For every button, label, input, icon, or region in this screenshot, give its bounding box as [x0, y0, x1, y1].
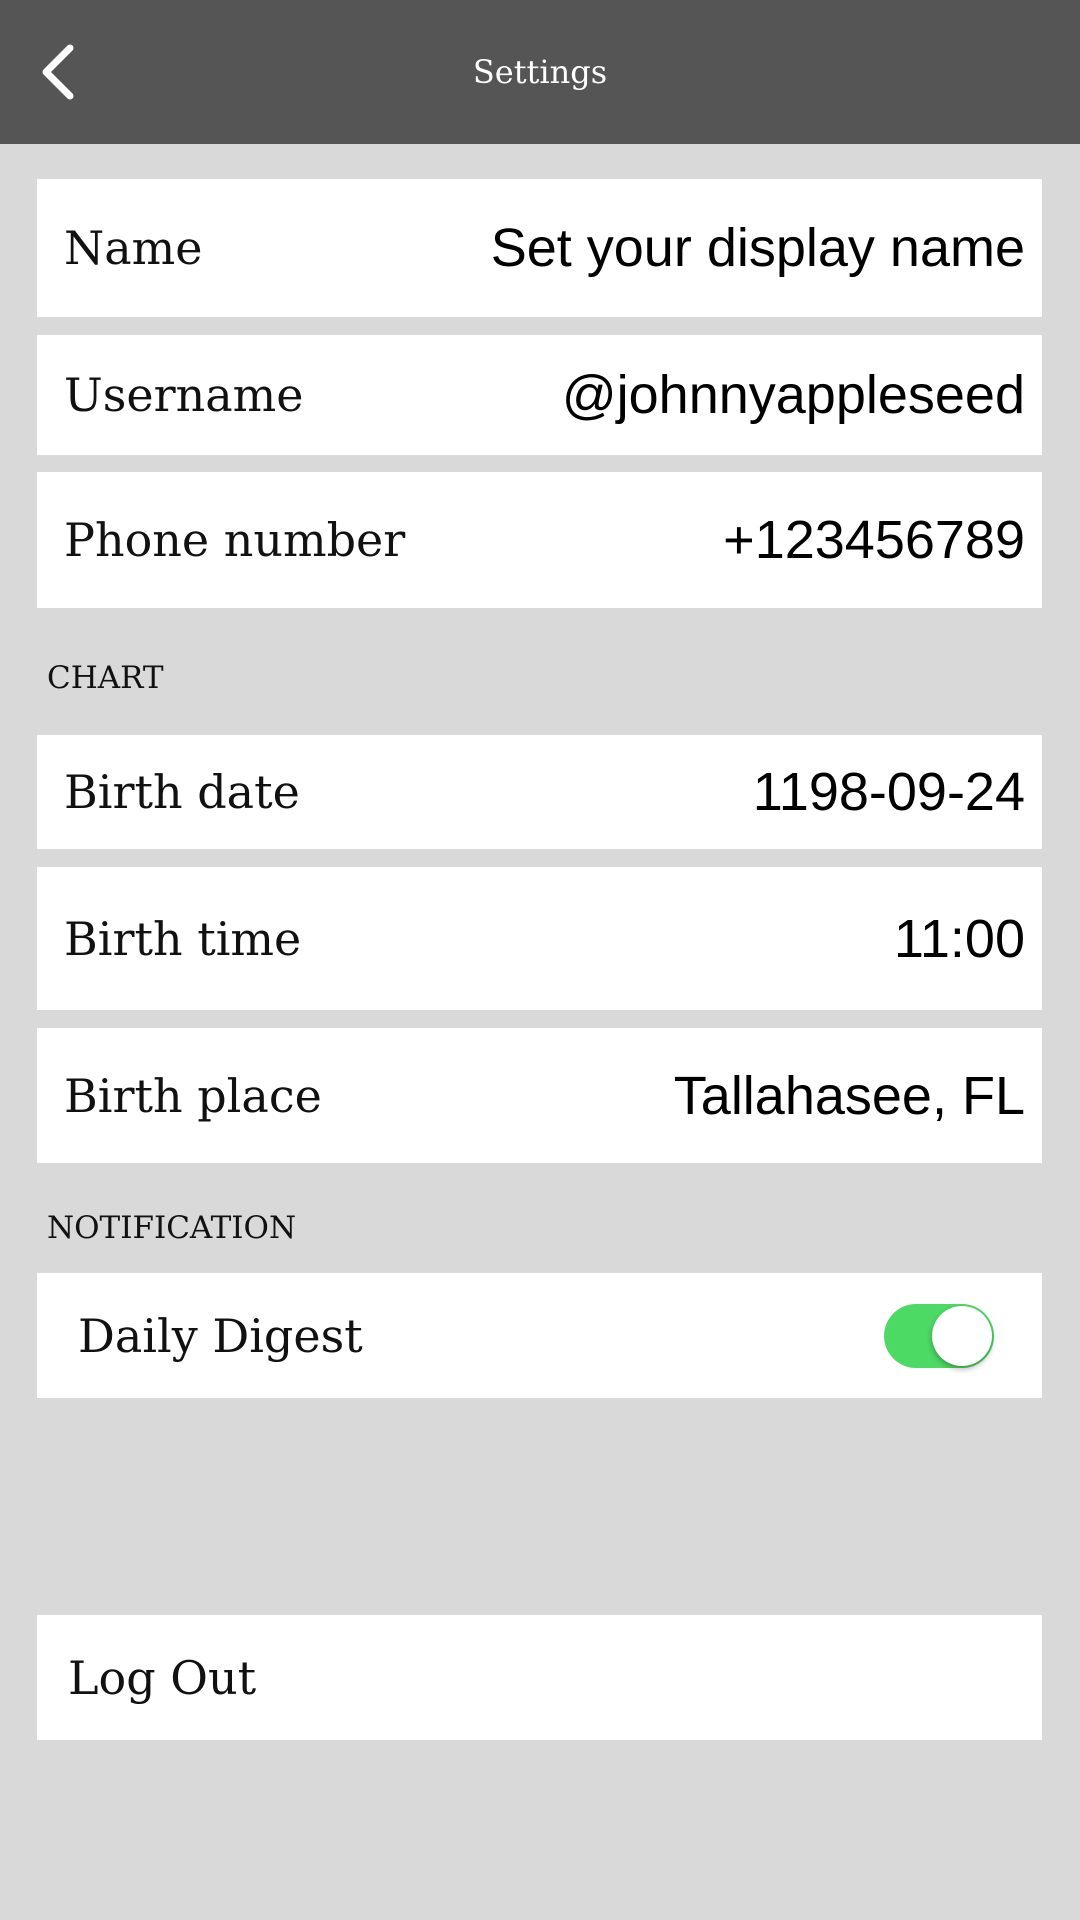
birth-time-value[interactable]: 11:00	[894, 908, 1025, 970]
name-label: Name	[64, 221, 203, 275]
username-value[interactable]: @johnnyappleseed	[562, 364, 1025, 426]
chevron-left-icon	[42, 44, 74, 100]
back-button[interactable]	[30, 36, 90, 108]
chart-section-header: CHART	[47, 660, 164, 696]
notification-section-header: NOTIFICATION	[47, 1210, 297, 1246]
name-row[interactable]: Name Set your display name	[37, 179, 1042, 317]
birth-place-value[interactable]: Tallahasee, FL	[674, 1065, 1025, 1127]
birth-place-row[interactable]: Birth place Tallahasee, FL	[37, 1028, 1042, 1163]
daily-digest-toggle[interactable]	[884, 1303, 994, 1368]
username-row[interactable]: Username @johnnyappleseed	[37, 335, 1042, 455]
name-value[interactable]: Set your display name	[491, 217, 1025, 279]
birth-date-label: Birth date	[64, 765, 300, 819]
birth-date-row[interactable]: Birth date 1198-09-24	[37, 735, 1042, 849]
phone-row[interactable]: Phone number +123456789	[37, 472, 1042, 608]
page-title: Settings	[472, 53, 608, 91]
toggle-knob	[932, 1305, 992, 1366]
phone-value[interactable]: +123456789	[723, 509, 1025, 571]
phone-label: Phone number	[64, 513, 406, 567]
daily-digest-row: Daily Digest	[37, 1273, 1042, 1398]
logout-button[interactable]: Log Out	[37, 1615, 1042, 1740]
logout-label: Log Out	[68, 1650, 257, 1705]
birth-time-label: Birth time	[64, 911, 302, 966]
birth-time-row[interactable]: Birth time 11:00	[37, 867, 1042, 1010]
daily-digest-label: Daily Digest	[78, 1308, 363, 1363]
birth-place-label: Birth place	[64, 1068, 322, 1123]
username-label: Username	[64, 368, 304, 422]
header-bar: Settings	[0, 0, 1080, 144]
birth-date-value[interactable]: 1198-09-24	[753, 761, 1025, 823]
